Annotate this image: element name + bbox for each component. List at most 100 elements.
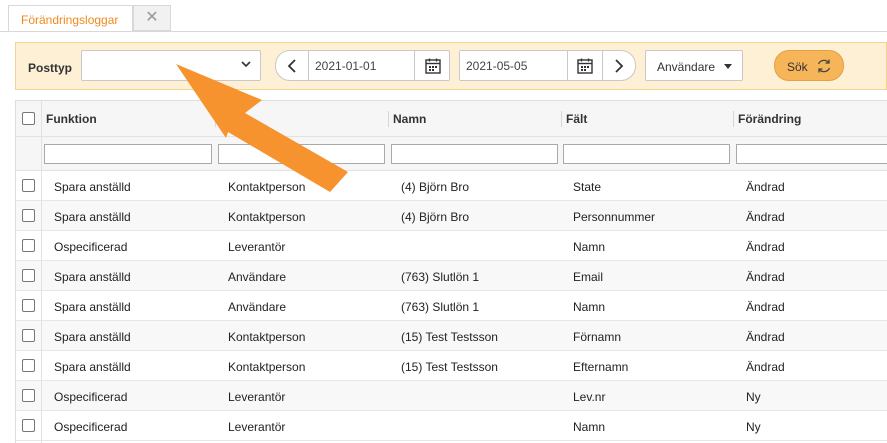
select-all-checkbox[interactable] bbox=[22, 112, 35, 125]
table-row[interactable]: Spara anställd Kontaktperson (4) Björn Bro… bbox=[16, 201, 887, 231]
table-row[interactable]: Spara anställd Kontaktperson (4) Björn Bro… bbox=[16, 171, 887, 201]
filter-input-funktion[interactable] bbox=[44, 144, 212, 164]
date-to-group bbox=[459, 50, 636, 81]
column-header-typ[interactable] bbox=[216, 101, 220, 137]
cell-funktion: Ospecificerad bbox=[54, 240, 128, 254]
cell-funktion: Spara anställd bbox=[54, 300, 131, 314]
cell-namn: (15) Test Testsson bbox=[401, 360, 498, 374]
search-button-label: Sök bbox=[787, 60, 808, 74]
row-checkbox[interactable] bbox=[22, 179, 35, 192]
cell-falt: Förnamn bbox=[573, 330, 622, 344]
calendar-icon bbox=[425, 58, 441, 74]
date-from-calendar-button[interactable] bbox=[417, 51, 449, 80]
cell-typ: Leverantör bbox=[228, 390, 286, 404]
cell-typ: Leverantör bbox=[228, 420, 286, 434]
filter-toolbar: Posttyp Användare Sök bbox=[15, 42, 887, 90]
cell-typ: Leverantör bbox=[228, 240, 286, 254]
cell-forandring: Ändrad bbox=[746, 300, 785, 314]
prev-date-button[interactable] bbox=[276, 51, 308, 80]
cell-namn: (4) Björn Bro bbox=[401, 210, 470, 224]
row-checkbox[interactable] bbox=[22, 299, 35, 312]
table-row[interactable]: Spara anställd Användare (763) Slutlön 1 Na… bbox=[16, 291, 887, 321]
grid-header-row: Funktion Namn Fält Förändring bbox=[16, 101, 887, 137]
cell-falt: Lev.nr bbox=[573, 390, 606, 404]
cell-typ: Kontaktperson bbox=[228, 360, 306, 374]
cell-falt: State bbox=[573, 180, 602, 194]
table-row[interactable]: Ospecificerad Leverantör Namn Ändrad bbox=[16, 231, 887, 261]
date-to-calendar-button[interactable] bbox=[569, 51, 601, 80]
cell-funktion: Spara anställd bbox=[54, 330, 131, 344]
cell-forandring: Ny bbox=[746, 390, 761, 404]
cell-forandring: Ändrad bbox=[746, 270, 785, 284]
table-row[interactable]: Spara anställd Användare (763) Slutlön 1 Em… bbox=[16, 261, 887, 291]
cell-funktion: Spara anställd bbox=[54, 210, 131, 224]
checkbox-column-divider bbox=[41, 101, 42, 443]
grid-filter-row bbox=[16, 137, 887, 171]
cell-falt: Namn bbox=[573, 300, 606, 314]
table-row[interactable]: Ospecificerad Leverantör Namn Ny bbox=[16, 411, 887, 441]
table-row[interactable]: Spara anställd Kontaktperson (15) Test Tes… bbox=[16, 321, 887, 351]
cell-forandring: Ändrad bbox=[746, 210, 785, 224]
filter-input-typ[interactable] bbox=[218, 144, 385, 164]
date-to-input[interactable] bbox=[460, 51, 568, 80]
cell-forandring: Ändrad bbox=[746, 330, 785, 344]
refresh-icon bbox=[817, 59, 831, 73]
posttyp-label: Posttyp bbox=[28, 61, 73, 75]
filter-input-forandring[interactable] bbox=[736, 144, 887, 164]
tab-label: Förändringsloggar bbox=[21, 13, 119, 27]
row-checkbox[interactable] bbox=[22, 389, 35, 402]
cell-falt: Namn bbox=[573, 420, 606, 434]
filter-input-namn[interactable] bbox=[391, 144, 558, 164]
cell-forandring: Ändrad bbox=[746, 360, 785, 374]
tab-forandringsloggar[interactable]: Förändringsloggar bbox=[8, 5, 133, 32]
cell-forandring: Ny bbox=[746, 420, 761, 434]
cell-namn: (763) Slutlön 1 bbox=[401, 270, 480, 284]
column-header-namn[interactable]: Namn bbox=[389, 101, 426, 137]
table-row[interactable]: Spara anställd Kontaktperson (15) Test Tes… bbox=[16, 351, 887, 381]
cell-namn: (15) Test Testsson bbox=[401, 330, 498, 344]
cell-typ: Kontaktperson bbox=[228, 210, 306, 224]
change-log-grid: Funktion Namn Fält Förändring Spara anst… bbox=[15, 100, 887, 443]
filter-input-falt[interactable] bbox=[563, 144, 730, 164]
tab-divider bbox=[0, 31, 887, 32]
row-checkbox[interactable] bbox=[22, 209, 35, 222]
cell-falt: Personnummer bbox=[573, 210, 656, 224]
date-from-group bbox=[275, 50, 450, 81]
tab-bar: Förändringsloggar ✕ bbox=[0, 0, 887, 32]
next-date-button[interactable] bbox=[602, 51, 634, 80]
cell-typ: Kontaktperson bbox=[228, 180, 306, 194]
chevron-left-icon bbox=[287, 58, 296, 73]
column-header-forandring[interactable]: Förändring bbox=[734, 101, 801, 137]
cell-funktion: Spara anställd bbox=[54, 180, 131, 194]
row-checkbox[interactable] bbox=[22, 239, 35, 252]
cell-forandring: Ändrad bbox=[746, 240, 785, 254]
cell-namn: (763) Slutlön 1 bbox=[401, 300, 480, 314]
cell-forandring: Ändrad bbox=[746, 180, 785, 194]
user-dropdown[interactable]: Användare bbox=[645, 50, 743, 81]
chevron-down-icon bbox=[241, 61, 251, 68]
row-checkbox[interactable] bbox=[22, 329, 35, 342]
cell-namn: (4) Björn Bro bbox=[401, 180, 470, 194]
column-header-falt[interactable]: Fält bbox=[562, 101, 587, 137]
posttyp-select[interactable] bbox=[81, 50, 261, 81]
cell-falt: Efternamn bbox=[573, 360, 629, 374]
cell-falt: Namn bbox=[573, 240, 606, 254]
calendar-icon bbox=[577, 58, 593, 74]
table-row[interactable]: Ospecificerad Leverantör Lev.nr Ny bbox=[16, 381, 887, 411]
cell-funktion: Spara anställd bbox=[54, 360, 131, 374]
cell-typ: Användare bbox=[228, 300, 287, 314]
cell-funktion: Ospecificerad bbox=[54, 390, 128, 404]
row-checkbox[interactable] bbox=[22, 359, 35, 372]
tab-close-button[interactable]: ✕ bbox=[133, 5, 171, 31]
column-header-funktion[interactable]: Funktion bbox=[42, 101, 97, 137]
cell-falt: Email bbox=[573, 270, 604, 284]
user-dropdown-label: Användare bbox=[657, 60, 716, 74]
row-checkbox[interactable] bbox=[22, 419, 35, 432]
close-icon: ✕ bbox=[145, 9, 159, 26]
cell-funktion: Spara anställd bbox=[54, 270, 131, 284]
cell-typ: Användare bbox=[228, 270, 287, 284]
search-button[interactable]: Sök bbox=[774, 50, 844, 81]
date-from-input[interactable] bbox=[308, 51, 415, 80]
cell-funktion: Ospecificerad bbox=[54, 420, 128, 434]
row-checkbox[interactable] bbox=[22, 269, 35, 282]
